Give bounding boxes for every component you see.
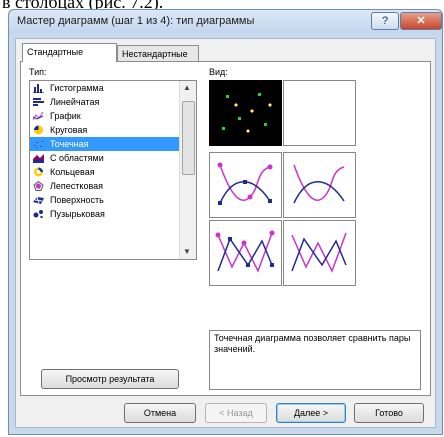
chart-type-label: Поверхность: [50, 195, 104, 205]
chart-type-label: Пузырьковая: [50, 209, 105, 219]
chart-type-label: Точечная: [50, 139, 89, 149]
next-button[interactable]: Далее >: [276, 403, 346, 423]
pie-icon: [34, 125, 43, 135]
smooth-lines-markers-icon: [217, 162, 273, 205]
scroll-down-icon[interactable]: ▼: [183, 247, 191, 256]
radar-icon: [33, 181, 44, 191]
tab-panel-standard: Тип: Вид: Гистограмма Линейчатая График Кру…: [20, 61, 431, 396]
chart-type-label: Линейчатая: [50, 97, 100, 107]
doughnut-icon: [34, 167, 43, 177]
bar-icon: [33, 98, 44, 106]
straight-lines-markers-icon: [215, 230, 275, 273]
chart-type-item[interactable]: Поверхность: [30, 193, 180, 207]
chart-type-item[interactable]: Гистограмма: [30, 81, 180, 95]
dialog-client-area: Стандартные Нестандартные Тип: Вид: Гист…: [15, 38, 436, 428]
subtype-straight-lines[interactable]: [283, 220, 356, 286]
chart-type-item[interactable]: Пузырьковая: [30, 207, 180, 221]
chart-type-label: Кольцевая: [50, 167, 95, 177]
help-button[interactable]: ?: [371, 12, 399, 30]
chart-type-item[interactable]: График: [30, 109, 180, 123]
tab-standard[interactable]: Стандартные: [22, 43, 117, 62]
tab-nonstandard[interactable]: Нестандартные: [117, 45, 199, 62]
chart-type-label: Круговая: [50, 125, 88, 135]
line-chart-icon: [33, 111, 44, 121]
subtype-scatter-markers[interactable]: [209, 80, 282, 146]
chart-type-list[interactable]: Гистограмма Линейчатая График Круговая Точеч…: [29, 80, 197, 260]
chart-type-item[interactable]: Линейчатая: [30, 95, 180, 109]
bubble-icon: [33, 210, 43, 219]
titlebar: Мастер диаграмм (шаг 1 из 4): тип диагра…: [9, 10, 442, 34]
chart-type-item[interactable]: Кольцевая: [30, 165, 180, 179]
chart-type-label: С областями: [50, 153, 104, 163]
chart-type-item[interactable]: Круговая: [30, 123, 180, 137]
type-label: Тип:: [29, 67, 47, 77]
subtype-empty: [283, 80, 356, 146]
subtype-smooth-markers[interactable]: [209, 152, 282, 218]
cancel-button[interactable]: Отмена: [124, 403, 196, 423]
preview-result-button[interactable]: Просмотр результата: [41, 369, 179, 389]
chart-type-item[interactable]: Точечная: [30, 137, 180, 151]
surface-icon: [33, 196, 44, 204]
close-button[interactable]: ✕: [400, 12, 442, 30]
subtype-smooth-lines[interactable]: [283, 152, 356, 218]
dialog-title: Мастер диаграмм (шаг 1 из 4): тип диагра…: [17, 15, 255, 27]
area-icon: [33, 154, 44, 163]
chart-type-item[interactable]: Лепестковая: [30, 179, 180, 193]
scatter-icon: [34, 141, 43, 148]
chart-subtype-grid: [209, 80, 361, 290]
list-scrollbar[interactable]: ▲ ▼: [179, 81, 196, 259]
scroll-thumb[interactable]: [182, 101, 195, 175]
chart-type-label: Лепестковая: [50, 181, 104, 191]
finish-button[interactable]: Готово: [354, 403, 424, 423]
chart-type-label: График: [50, 111, 81, 121]
scroll-up-icon[interactable]: ▲: [183, 83, 191, 92]
straight-lines-icon: [291, 232, 347, 273]
histogram-icon: [33, 84, 44, 93]
chart-wizard-dialog: Мастер диаграмм (шаг 1 из 4): тип диагра…: [8, 9, 443, 435]
chart-type-item[interactable]: С областями: [30, 151, 180, 165]
smooth-lines-icon: [293, 164, 345, 204]
chart-type-label: Гистограмма: [50, 83, 104, 93]
subtype-straight-markers[interactable]: [209, 220, 282, 286]
view-label: Вид:: [209, 67, 228, 77]
back-button[interactable]: < Назад: [205, 403, 267, 423]
scatter-markers-icon: [222, 93, 272, 133]
subtype-description: Точечная диаграмма позволяет сравнить па…: [209, 330, 421, 390]
